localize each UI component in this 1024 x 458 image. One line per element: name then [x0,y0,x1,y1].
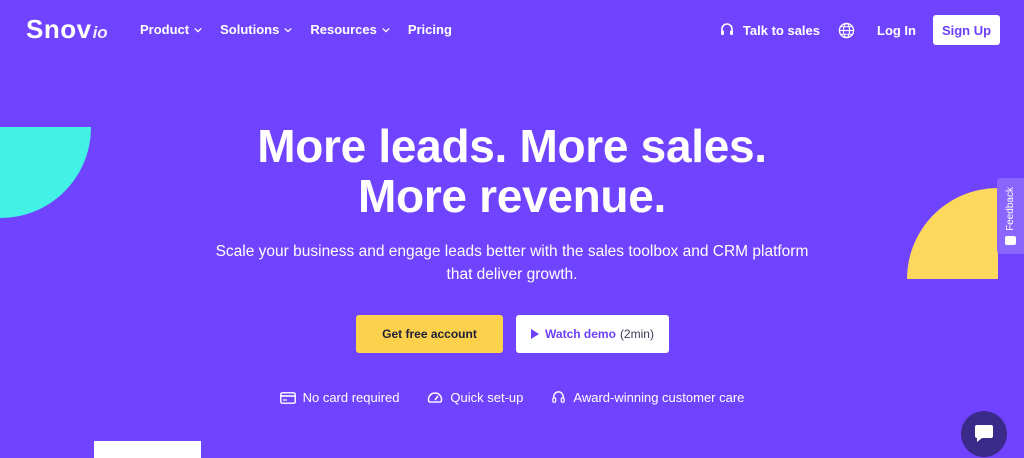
nav-item-label: Solutions [220,22,280,37]
language-selector[interactable] [838,22,855,39]
main-nav: Product Solutions Resources Pricing [140,22,470,37]
chat-bubble-icon [975,425,993,442]
feedback-label: Feedback [1005,186,1016,231]
feature-item: No card required [279,390,400,405]
credit-card-icon [279,391,296,404]
chevron-down-icon [284,27,292,33]
speedometer-icon [428,392,443,403]
get-free-account-button[interactable]: Get free account [356,315,503,353]
hero-title-line-1: More leads. More sales. [257,120,767,172]
hero-subtitle-line-1: Scale your business and engage leads bet… [215,243,809,260]
nav-item-resources[interactable]: Resources [310,22,390,37]
chevron-down-icon [382,27,390,33]
watch-demo-duration: (2min) [619,327,654,341]
feature-item: Award-winning customer care [551,390,744,405]
site-header: Snov io Product Solutions Resources Pric… [0,0,1024,60]
feature-item: Quick set-up [427,390,523,405]
nav-item-product[interactable]: Product [140,22,202,37]
nav-item-label: Resources [310,22,377,37]
smiley-icon [1005,236,1016,246]
watch-demo-button[interactable]: Watch demo (2min) [516,315,669,353]
white-block-decoration [94,441,201,458]
hero-title: More leads. More sales. More revenue. [0,121,1024,221]
login-link[interactable]: Log In [877,23,916,38]
hero-subtitle: Scale your business and engage leads bet… [0,240,1024,286]
feature-label: Award-winning customer care [573,390,745,405]
logo-name: Snov [26,14,92,44]
nav-item-pricing[interactable]: Pricing [408,22,452,37]
logo-suffix: io [92,23,108,42]
chevron-down-icon [194,27,202,33]
feature-label: Quick set-up [450,390,524,405]
feature-label: No card required [302,390,400,405]
watch-demo-label: Watch demo [545,327,616,341]
nav-item-label: Pricing [407,22,452,37]
nav-item-label: Product [140,22,190,37]
hero-subtitle-line-2: that deliver growth. [446,266,578,283]
chat-launcher-button[interactable] [961,411,1007,457]
talk-to-sales-link[interactable]: Talk to sales [719,22,820,38]
logo[interactable]: Snov io [26,14,108,45]
play-icon [531,329,540,339]
signup-button[interactable]: Sign Up [933,15,1000,45]
talk-to-sales-label: Talk to sales [742,22,820,38]
feedback-tab[interactable]: Feedback [997,178,1024,254]
cta-row: Get free account Watch demo (2min) [356,315,669,353]
nav-item-solutions[interactable]: Solutions [220,22,292,37]
headset-icon [720,23,733,35]
header-actions: Talk to sales Log In Sign Up [719,15,1000,45]
page: Snov io Product Solutions Resources Pric… [0,0,1024,458]
feature-list: No card required Quick set-up Award-winn… [0,390,1024,405]
globe-icon [838,22,855,38]
hero-title-line-2: More revenue. [358,170,666,222]
headset-icon [552,391,566,403]
